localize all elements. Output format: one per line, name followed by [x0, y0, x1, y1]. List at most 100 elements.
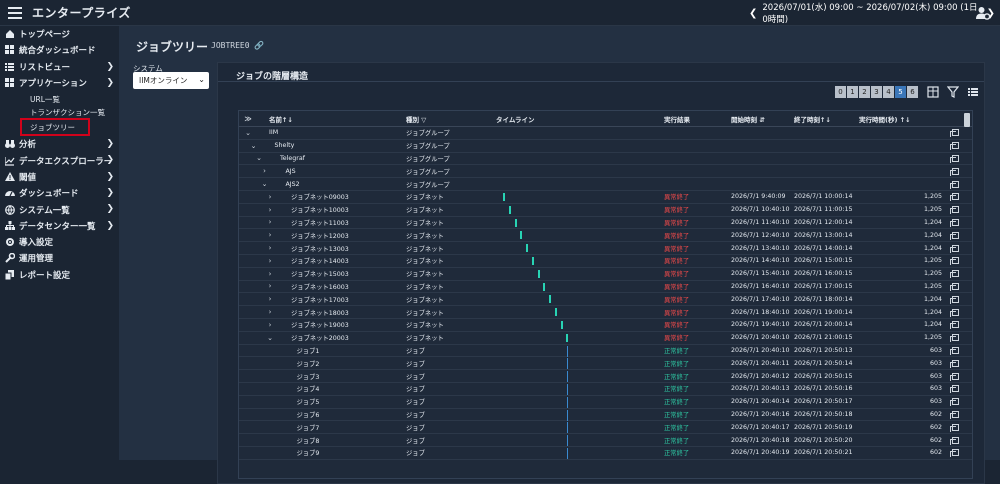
copy-icon[interactable]: [949, 359, 959, 368]
copy-row-icon[interactable]: [949, 332, 961, 344]
table-row[interactable]: ジョブ9 ジョブ 正常終了 2026/7/1 20:40:19 2026/7/1 20:…: [239, 447, 972, 460]
expand-all-icon[interactable]: ≫: [242, 111, 254, 126]
sidebar-item-a3[interactable]: アプリケーション ❯: [0, 75, 119, 91]
table-row[interactable]: ⌄ IIM ジョブグループ: [239, 127, 972, 140]
copy-icon[interactable]: [949, 346, 959, 355]
level-button[interactable]: 5: [895, 86, 906, 98]
level-button[interactable]: 1: [847, 86, 858, 98]
copy-icon[interactable]: [949, 231, 959, 240]
table-row[interactable]: ジョブ5 ジョブ 正常終了 2026/7/1 20:40:14 2026/7/1 20:…: [239, 396, 972, 409]
sidebar-item-a1[interactable]: 統合ダッシュボード: [0, 42, 119, 58]
table-row[interactable]: › ジョブネット18003 ジョブネット 異常終了 2026/7/1 18:40:10 2…: [239, 306, 972, 319]
copy-row-icon[interactable]: [949, 178, 961, 190]
copy-icon[interactable]: [949, 244, 959, 253]
col-type[interactable]: 種別 ▽: [406, 111, 426, 126]
copy-icon[interactable]: [949, 398, 959, 407]
copy-icon[interactable]: [949, 270, 959, 279]
table-row[interactable]: › ジョブネット09003 ジョブネット 異常終了 2026/7/1 9:40:09 20…: [239, 191, 972, 204]
copy-row-icon[interactable]: [949, 153, 961, 165]
copy-row-icon[interactable]: [949, 396, 961, 408]
copy-row-icon[interactable]: [949, 255, 961, 267]
copy-icon[interactable]: [949, 321, 959, 330]
prev-range-icon[interactable]: ❮: [744, 8, 762, 19]
copy-icon[interactable]: [949, 308, 959, 317]
expand-toggle-icon[interactable]: ›: [264, 268, 276, 280]
expand-toggle-icon[interactable]: [270, 357, 282, 369]
sidebar-item-b8[interactable]: レポート設定: [0, 267, 119, 283]
expand-toggle-icon[interactable]: ›: [264, 281, 276, 293]
copy-row-icon[interactable]: [949, 268, 961, 280]
table-row[interactable]: ジョブ4 ジョブ 正常終了 2026/7/1 20:40:13 2026/7/1 20:…: [239, 383, 972, 396]
copy-row-icon[interactable]: [949, 345, 961, 357]
sidebar-item-b7[interactable]: 運用管理: [0, 250, 119, 266]
col-duration[interactable]: 実行時間(秒) ↑↓: [859, 111, 944, 126]
copy-row-icon[interactable]: [949, 383, 961, 395]
table-row[interactable]: › ジョブネット16003 ジョブネット 異常終了 2026/7/1 16:40:10 2…: [239, 281, 972, 294]
table-row[interactable]: › ジョブネット10003 ジョブネット 異常終了 2026/7/1 10:40:10 2…: [239, 204, 972, 217]
level-button[interactable]: 3: [871, 86, 882, 98]
copy-icon[interactable]: [949, 436, 959, 445]
table-row[interactable]: ジョブ8 ジョブ 正常終了 2026/7/1 20:40:18 2026/7/1 20:…: [239, 434, 972, 447]
expand-toggle-icon[interactable]: ›: [264, 229, 276, 241]
copy-row-icon[interactable]: [949, 242, 961, 254]
copy-row-icon[interactable]: [949, 127, 961, 139]
filter-icon[interactable]: [947, 86, 959, 98]
sidebar-item-a2[interactable]: リストビュー ❯: [0, 59, 119, 75]
copy-icon[interactable]: [949, 334, 959, 343]
table-row[interactable]: › ジョブネット13003 ジョブネット 異常終了 2026/7/1 13:40:10 2…: [239, 242, 972, 255]
expand-toggle-icon[interactable]: ›: [264, 204, 276, 216]
level-button[interactable]: 2: [859, 86, 870, 98]
copy-row-icon[interactable]: [949, 165, 961, 177]
table-icon[interactable]: [927, 86, 939, 98]
copy-icon[interactable]: [949, 423, 959, 432]
copy-row-icon[interactable]: [949, 140, 961, 152]
copy-icon[interactable]: [949, 282, 959, 291]
expand-toggle-icon[interactable]: ›: [264, 191, 276, 203]
col-start[interactable]: 開始時刻 ⇵: [731, 111, 765, 126]
table-row[interactable]: › ジョブネット14003 ジョブネット 異常終了 2026/7/1 14:40:10 2…: [239, 255, 972, 268]
table-row[interactable]: ジョブ7 ジョブ 正常終了 2026/7/1 20:40:17 2026/7/1 20:…: [239, 421, 972, 435]
table-row[interactable]: › ジョブネット17003 ジョブネット 異常終了 2026/7/1 17:40:10 2…: [239, 293, 972, 307]
col-end[interactable]: 終了時刻↑↓: [794, 111, 831, 126]
expand-toggle-icon[interactable]: [270, 396, 282, 408]
col-name[interactable]: 名前↑↓: [269, 111, 293, 126]
table-row[interactable]: ジョブ6 ジョブ 正常終了 2026/7/1 20:40:16 2026/7/1 20:…: [239, 409, 972, 422]
subnav-item[interactable]: トランザクション一覧: [0, 106, 119, 119]
expand-toggle-icon[interactable]: [270, 421, 282, 433]
sidebar-item-b0[interactable]: 分析 ❯: [0, 136, 119, 152]
date-range-text[interactable]: 2026/07/01(水) 09:00 ~ 2026/07/02(木) 09:0…: [762, 1, 981, 25]
table-row[interactable]: › ジョブネット15003 ジョブネット 異常終了 2026/7/1 15:40:10 2…: [239, 268, 972, 281]
table-row[interactable]: › ジョブネット12003 ジョブネット 異常終了 2026/7/1 12:40:10 2…: [239, 229, 972, 243]
expand-toggle-icon[interactable]: [270, 434, 282, 446]
expand-toggle-icon[interactable]: ⌄: [248, 140, 260, 152]
copy-icon[interactable]: [949, 167, 959, 176]
sidebar-item-b6[interactable]: 導入設定: [0, 234, 119, 250]
copy-icon[interactable]: [949, 206, 959, 215]
copy-row-icon[interactable]: [949, 357, 961, 369]
expand-toggle-icon[interactable]: [270, 409, 282, 421]
level-button[interactable]: 4: [883, 86, 894, 98]
expand-toggle-icon[interactable]: ⌄: [253, 153, 265, 165]
copy-icon[interactable]: [949, 193, 959, 202]
copy-icon[interactable]: [949, 180, 959, 189]
expand-toggle-icon[interactable]: ›: [264, 217, 276, 229]
copy-row-icon[interactable]: [949, 409, 961, 421]
table-row[interactable]: ジョブ3 ジョブ 正常終了 2026/7/1 20:40:12 2026/7/1 20:…: [239, 370, 972, 383]
menu-icon[interactable]: [8, 6, 22, 19]
link-icon[interactable]: 🔗: [254, 41, 264, 50]
date-range-selector[interactable]: ❮ 2026/07/01(水) 09:00 ~ 2026/07/02(木) 09…: [744, 1, 1000, 25]
copy-row-icon[interactable]: [949, 191, 961, 203]
copy-row-icon[interactable]: [949, 281, 961, 293]
expand-toggle-icon[interactable]: ›: [264, 293, 276, 305]
table-row[interactable]: › AJS ジョブグループ: [239, 165, 972, 179]
sidebar-item-b1[interactable]: データエクスプローラー ❯: [0, 152, 119, 168]
table-row[interactable]: ジョブ2 ジョブ 正常終了 2026/7/1 20:40:11 2026/7/1 20:…: [239, 357, 972, 371]
expand-toggle-icon[interactable]: ›: [264, 306, 276, 318]
copy-icon[interactable]: [949, 257, 959, 266]
expand-toggle-icon[interactable]: [270, 370, 282, 382]
level-button[interactable]: 6: [907, 86, 918, 98]
copy-row-icon[interactable]: [949, 229, 961, 241]
copy-icon[interactable]: [949, 142, 959, 151]
copy-icon[interactable]: [949, 154, 959, 163]
copy-row-icon[interactable]: [949, 421, 961, 433]
